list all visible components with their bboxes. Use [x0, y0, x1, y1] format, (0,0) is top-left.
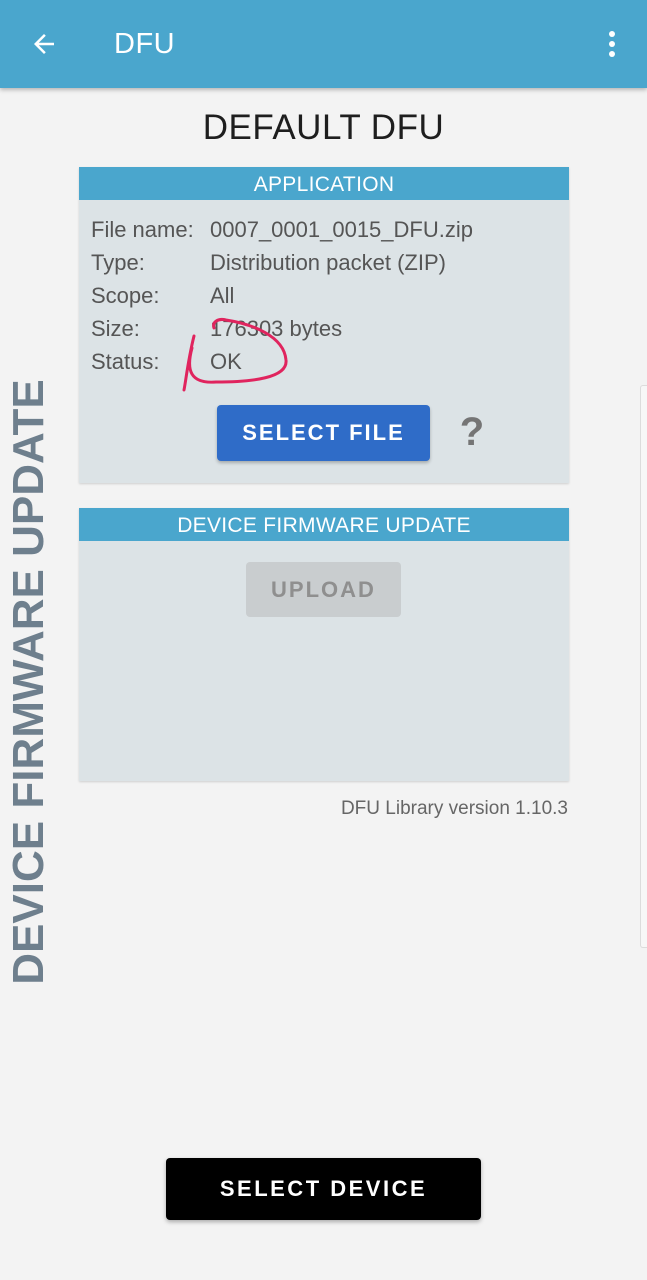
arrow-back-icon	[34, 34, 54, 54]
back-button[interactable]	[22, 24, 66, 64]
scope-value: All	[210, 283, 235, 308]
more-vert-icon	[609, 31, 615, 57]
app-bar-title: DFU	[114, 28, 176, 60]
type-value: Distribution packet (ZIP)	[210, 250, 446, 275]
upload-button[interactable]: UPLOAD	[246, 562, 401, 617]
select-device-button[interactable]: SELECT DEVICE	[166, 1158, 481, 1220]
application-card: APPLICATION File name: 0007_0001_0015_DF…	[79, 167, 569, 483]
file-name-value: 0007_0001_0015_DFU.zip	[210, 217, 473, 242]
select-file-button[interactable]: SELECT FILE	[217, 405, 430, 461]
page-title: DEFAULT DFU	[202, 108, 445, 147]
file-name-label: File name:	[91, 217, 194, 242]
help-icon[interactable]: ?	[457, 409, 487, 455]
app-bar: DFU	[0, 0, 647, 88]
scope-label: Scope:	[91, 283, 160, 308]
handwritten-circle-annotation	[182, 318, 288, 392]
side-section-label: DEVICE FIRMWARE UPDATE	[4, 379, 53, 985]
overflow-menu-button[interactable]	[596, 24, 628, 64]
side-panel-edge[interactable]	[640, 385, 647, 948]
library-version: DFU Library version 1.10.3	[340, 798, 568, 819]
dfu-card-header: DEVICE FIRMWARE UPDATE	[79, 508, 569, 541]
type-label: Type:	[91, 250, 145, 275]
dfu-card: DEVICE FIRMWARE UPDATE UPLOAD	[79, 508, 569, 781]
application-card-header: APPLICATION	[79, 167, 569, 200]
